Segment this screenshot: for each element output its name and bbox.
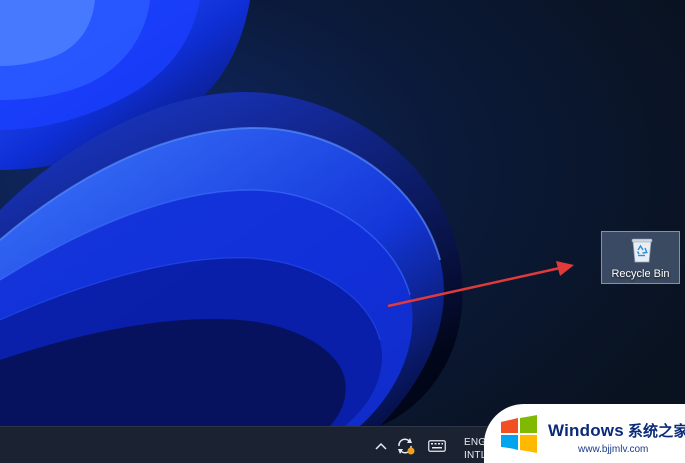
desktop-screen: Recycle Bin ENG INTL Windows 系统之家 www.bj… [0, 0, 685, 463]
chevron-up-icon[interactable] [373, 437, 389, 455]
watermark-brand-cn: 系统之家 [627, 423, 685, 440]
touch-keyboard-icon[interactable] [427, 437, 447, 455]
recycle-bin-icon [628, 236, 656, 264]
sync-status-icon[interactable] [395, 437, 417, 455]
desktop-icon-recycle-bin[interactable]: Recycle Bin [601, 231, 680, 284]
wallpaper [0, 0, 685, 426]
site-watermark: Windows 系统之家 www.bjjmlv.com [484, 404, 685, 463]
watermark-url: www.bjjmlv.com [578, 444, 649, 455]
watermark-brand: Windows 系统之家 [548, 420, 685, 441]
watermark-brand-en: Windows [548, 421, 624, 440]
windows-logo-icon [498, 414, 540, 454]
desktop-icon-label: Recycle Bin [611, 268, 670, 280]
